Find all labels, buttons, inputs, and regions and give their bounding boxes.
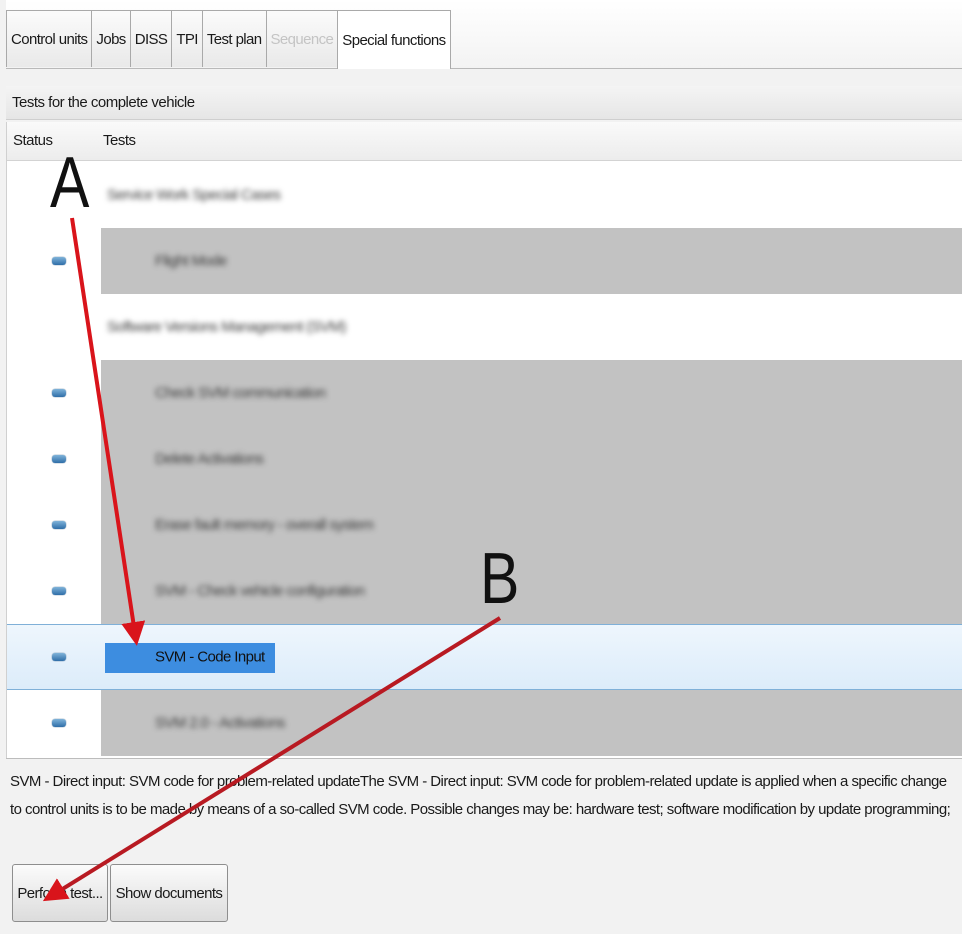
- application-window: Control units Jobs DISS TPI Test plan Sequenc…: [0, 0, 962, 934]
- tab-sequence: Sequence: [265, 10, 339, 67]
- perform-test-button[interactable]: Perform test...: [12, 864, 108, 922]
- status-indicator-icon: [52, 521, 66, 529]
- status-indicator-icon: [52, 389, 66, 397]
- column-status[interactable]: Status: [13, 132, 53, 149]
- tab-special-functions[interactable]: Special functions: [337, 10, 451, 69]
- test-row[interactable]: Delete Activations: [7, 426, 962, 492]
- tab-control-units[interactable]: Control units: [6, 10, 93, 67]
- status-indicator-icon: [52, 455, 66, 463]
- test-description: SVM - Direct input: SVM code for problem…: [10, 768, 962, 834]
- column-header: Status Tests: [7, 122, 962, 161]
- group-header: Tests for the complete vehicle: [6, 86, 962, 120]
- row-label: Check SVM communication: [155, 384, 326, 402]
- status-indicator-icon: [52, 653, 66, 661]
- tab-list: Control units Jobs DISS TPI Test plan Sequenc…: [6, 10, 451, 69]
- status-indicator-icon: [52, 719, 66, 727]
- description-line-1: SVM - Direct input: SVM code for problem…: [10, 773, 947, 790]
- test-row[interactable]: Flight Mode: [7, 228, 962, 294]
- row-label: Flight Mode: [155, 252, 227, 270]
- row-label: Service Work Special Cases: [107, 186, 281, 204]
- test-row[interactable]: SVM - Code Input: [7, 624, 962, 690]
- row-background: [101, 228, 962, 294]
- description-line-2: to control units is to be made by means …: [10, 801, 951, 818]
- row-label: SVM 2.0 - Activations: [155, 714, 286, 732]
- row-label: SVM - Check vehicle configuration: [155, 582, 365, 600]
- row-label: SVM - Code Input: [155, 648, 265, 666]
- show-documents-button[interactable]: Show documents: [110, 864, 228, 922]
- group-title: Tests for the complete vehicle: [12, 94, 195, 111]
- tests-list[interactable]: Status Tests Service Work Special Cases F…: [6, 122, 962, 758]
- row-label: Erase fault memory - overall system: [155, 516, 374, 534]
- annotation-b: B: [480, 539, 520, 619]
- tab-tpi[interactable]: TPI: [171, 10, 203, 67]
- row-label: Software Versions Management (SVM): [107, 318, 346, 336]
- group-row[interactable]: Service Work Special Cases: [7, 162, 962, 228]
- annotation-a: A: [50, 143, 90, 223]
- status-indicator-icon: [52, 587, 66, 595]
- tab-jobs[interactable]: Jobs: [91, 10, 131, 67]
- status-indicator-icon: [52, 257, 66, 265]
- row-label: Delete Activations: [155, 450, 264, 468]
- column-tests[interactable]: Tests: [103, 132, 136, 149]
- tab-test-plan[interactable]: Test plan: [201, 10, 267, 67]
- divider: [6, 758, 962, 759]
- group-row[interactable]: Software Versions Management (SVM): [7, 294, 962, 360]
- test-row[interactable]: SVM 2.0 - Activations: [7, 690, 962, 756]
- test-row[interactable]: Check SVM communication: [7, 360, 962, 426]
- tab-diss[interactable]: DISS: [129, 10, 173, 67]
- tab-strip: Control units Jobs DISS TPI Test plan Sequenc…: [6, 0, 962, 69]
